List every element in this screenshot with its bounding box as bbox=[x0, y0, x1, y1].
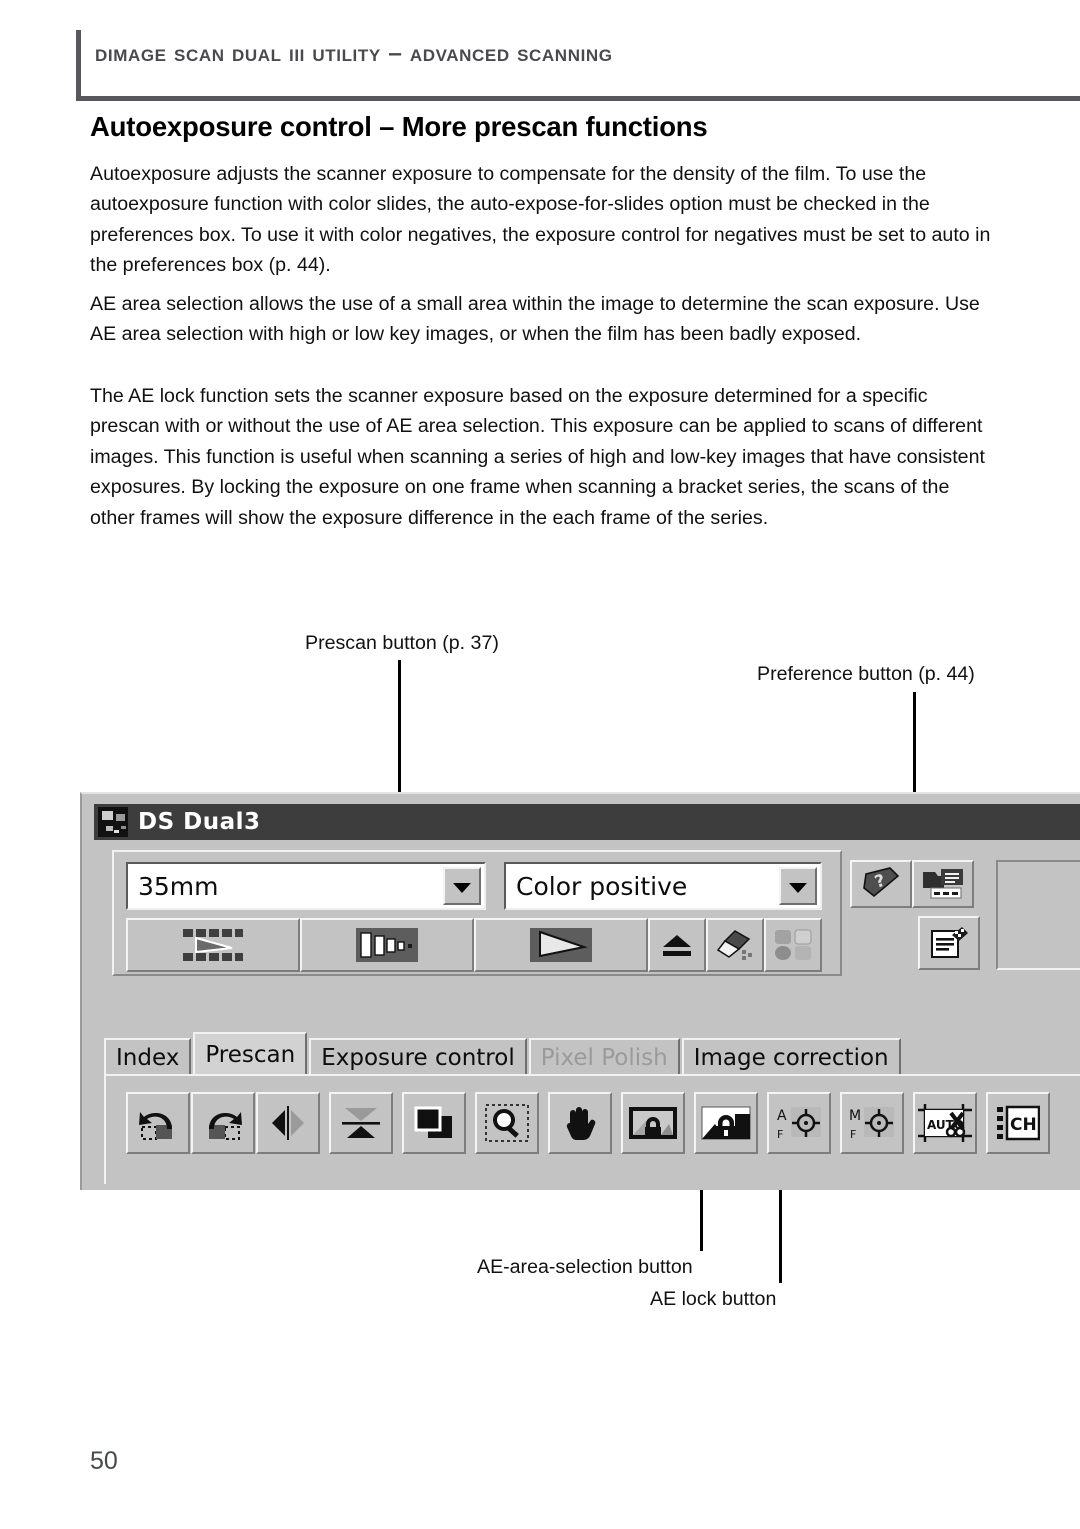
scan-settings-panel: 35mm Color positive bbox=[112, 850, 842, 976]
aux-button-group: ? bbox=[850, 860, 974, 908]
rotate-left-button[interactable] bbox=[126, 1092, 190, 1154]
window-title: DS Dual3 bbox=[138, 809, 261, 835]
rotate-left-icon bbox=[139, 1112, 172, 1140]
callout-label-preference: Preference button (p. 44) bbox=[757, 663, 975, 685]
focus-manual-icon: M F bbox=[849, 1107, 894, 1141]
auto-focus-button[interactable]: A F bbox=[767, 1092, 831, 1154]
callout-label-prescan: Prescan button (p. 37) bbox=[305, 632, 499, 654]
channel-icon: CH bbox=[997, 1105, 1040, 1141]
color-mode-select[interactable]: Color positive bbox=[504, 862, 822, 910]
controls-row: 35mm Color positive ? bbox=[112, 850, 1080, 976]
flip-vertical-icon bbox=[342, 1108, 380, 1138]
page-title: Autoexposure control – More prescan func… bbox=[90, 111, 708, 142]
tab-panel-prescan: A F M F AUTO CH bbox=[104, 1074, 1080, 1184]
header-rule-horizontal bbox=[76, 96, 1080, 101]
export-icon bbox=[923, 869, 963, 899]
film-type-select[interactable]: 35mm bbox=[126, 862, 486, 910]
chevron-down-icon[interactable] bbox=[443, 867, 481, 905]
eject-icon bbox=[662, 935, 691, 956]
window-titlebar: DS Dual3 bbox=[94, 804, 1080, 840]
chevron-down-icon[interactable] bbox=[779, 867, 817, 905]
auto-crop-icon: AUTO bbox=[918, 1104, 972, 1142]
palette-button[interactable] bbox=[763, 918, 822, 972]
auto-crop-button[interactable]: AUTO bbox=[913, 1092, 977, 1154]
preview-pane bbox=[996, 860, 1080, 970]
tab-prescan[interactable]: Prescan bbox=[193, 1032, 308, 1076]
edit-toolbar: A F M F AUTO CH bbox=[126, 1092, 1051, 1154]
focus-manual-label: M bbox=[849, 1108, 861, 1124]
focus-auto-label: A bbox=[777, 1108, 787, 1124]
export-button[interactable] bbox=[912, 860, 974, 908]
rotate-right-button[interactable] bbox=[191, 1092, 255, 1154]
application-icon bbox=[98, 807, 128, 837]
select-all-button[interactable] bbox=[402, 1092, 466, 1154]
frames-icon bbox=[414, 1106, 452, 1138]
prescan-icon bbox=[355, 928, 418, 962]
channel-label: CH bbox=[1010, 1115, 1037, 1135]
channel-button[interactable]: CH bbox=[986, 1092, 1050, 1154]
body-paragraph-3: The AE lock function sets the scanner ex… bbox=[90, 385, 985, 529]
flip-horizontal-icon bbox=[272, 1106, 304, 1140]
tab-exposure-control[interactable]: Exposure control bbox=[309, 1038, 527, 1076]
index-scan-icon bbox=[182, 929, 243, 961]
application-window-figure: DS Dual3 35mm Color positive ? Index Pre… bbox=[80, 792, 1080, 1190]
grab-button[interactable] bbox=[548, 1092, 612, 1154]
clean-button[interactable] bbox=[705, 918, 764, 972]
magnifier-icon bbox=[485, 1104, 529, 1142]
scan-toolbar bbox=[126, 918, 822, 972]
tab-pixel-polish: Pixel Polish bbox=[528, 1038, 680, 1076]
svg-text:F: F bbox=[850, 1128, 856, 1141]
body-paragraph-1: Autoexposure adjusts the scanner exposur… bbox=[90, 163, 991, 277]
scan-button[interactable] bbox=[473, 918, 648, 972]
ae-area-lock-icon bbox=[629, 1107, 677, 1139]
preferences-button[interactable] bbox=[918, 916, 980, 970]
body-paragraph-2: AE area selection allows the use of a sm… bbox=[90, 293, 980, 346]
zoom-button[interactable] bbox=[475, 1092, 539, 1154]
color-grid-icon bbox=[774, 929, 812, 960]
page-number: 50 bbox=[90, 1447, 118, 1475]
svg-text:F: F bbox=[777, 1128, 783, 1141]
tab-strip: Index Prescan Exposure control Pixel Pol… bbox=[104, 1032, 1004, 1076]
color-mode-value: Color positive bbox=[516, 871, 688, 901]
flip-vertical-button[interactable] bbox=[329, 1092, 393, 1154]
callout-label-ae-area: AE-area-selection button bbox=[477, 1256, 693, 1278]
manual-focus-button[interactable]: M F bbox=[840, 1092, 904, 1154]
index-scan-button[interactable] bbox=[126, 918, 300, 972]
eject-button[interactable] bbox=[647, 918, 706, 972]
tab-index[interactable]: Index bbox=[104, 1038, 192, 1076]
help-book-icon: ? bbox=[863, 867, 900, 898]
brush-icon bbox=[716, 930, 752, 960]
tab-image-correction[interactable]: Image correction bbox=[681, 1038, 901, 1076]
preferences-icon bbox=[931, 927, 968, 958]
help-button[interactable]: ? bbox=[850, 860, 912, 908]
prescan-button[interactable] bbox=[299, 918, 474, 972]
flip-horizontal-button[interactable] bbox=[256, 1092, 320, 1154]
ae-lock-button[interactable] bbox=[694, 1092, 758, 1154]
ae-area-selection-button[interactable] bbox=[621, 1092, 685, 1154]
hand-icon bbox=[566, 1107, 596, 1141]
running-head: Dimage Scan Dual III Utility – Advanced … bbox=[95, 40, 613, 67]
rotate-right-icon bbox=[209, 1112, 242, 1140]
header-rule-vertical bbox=[76, 30, 81, 96]
focus-auto-icon: A F bbox=[777, 1107, 821, 1141]
scan-icon bbox=[529, 928, 592, 962]
callout-label-ae-lock: AE lock button bbox=[650, 1288, 777, 1310]
ae-lock-icon bbox=[701, 1106, 751, 1140]
film-type-value: 35mm bbox=[138, 871, 219, 901]
